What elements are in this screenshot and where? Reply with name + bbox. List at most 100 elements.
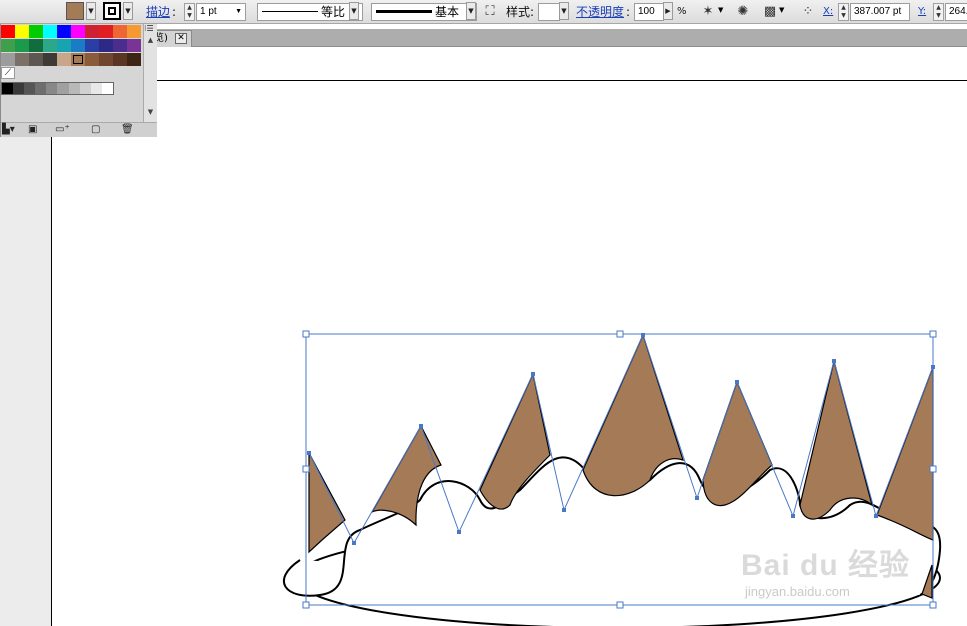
gray-swatch[interactable] xyxy=(46,83,58,94)
style-label: 样式: xyxy=(506,5,535,19)
chevron-down-icon: ▼ xyxy=(235,8,242,15)
x-field[interactable]: 387.007 pt xyxy=(850,3,910,21)
watermark-url: jingyan.baidu.com xyxy=(745,584,850,599)
color-swatch[interactable] xyxy=(43,53,57,66)
graphic-style-swatch[interactable] xyxy=(538,3,560,21)
color-swatch[interactable] xyxy=(99,53,113,66)
color-swatch[interactable] xyxy=(57,39,71,52)
profile-label: 等比 xyxy=(321,5,346,19)
scroll-down-icon[interactable]: ▼ xyxy=(144,108,157,116)
opacity-unit: % xyxy=(677,6,687,17)
color-swatch[interactable] xyxy=(15,25,29,38)
x-stepper[interactable]: ▲ ▼ xyxy=(838,3,849,21)
gray-swatch[interactable] xyxy=(2,83,14,94)
brush-label: 基本 xyxy=(435,5,460,19)
profile-line xyxy=(262,11,318,12)
gray-swatch[interactable] xyxy=(35,83,47,94)
color-swatch[interactable] xyxy=(85,25,99,38)
color-swatch[interactable] xyxy=(113,25,127,38)
chevron-down-icon[interactable]: ▼ xyxy=(779,6,784,14)
color-swatch[interactable] xyxy=(113,39,127,52)
gray-swatch[interactable] xyxy=(101,83,113,94)
color-swatch[interactable] xyxy=(71,53,85,66)
fill-dropdown-icon[interactable]: ▼ xyxy=(86,2,96,20)
control-bar: ▼ ▼ 描边 : ▲ ▼ 1 pt ▼ 等比 ▼ 基本 ▼ ⛶ 样式: ▼ 不透明… xyxy=(0,0,967,24)
align-stroke-icon[interactable]: ⛶ xyxy=(481,3,499,21)
color-swatch[interactable] xyxy=(43,39,57,52)
select-similar-icon[interactable]: ✶ xyxy=(699,3,717,21)
isolate-icon[interactable]: ▩ xyxy=(761,3,779,21)
swatches-panel: ⟋ ▲ ▼ ⁝☰ ▙▾ ▣ ▭⁺ ▢ 🗑 xyxy=(0,21,157,137)
color-swatch[interactable] xyxy=(99,39,113,52)
color-swatch[interactable] xyxy=(127,39,141,52)
color-swatch[interactable] xyxy=(15,39,29,52)
color-swatch[interactable] xyxy=(29,39,43,52)
opacity-field[interactable]: 100 xyxy=(634,3,664,21)
none-swatch-icon[interactable]: ⟋ xyxy=(1,67,15,79)
recolor-artwork-icon[interactable]: ✺ xyxy=(734,3,752,21)
color-swatch[interactable] xyxy=(85,53,99,66)
opacity-value: 100 xyxy=(638,6,655,17)
stroke-weight-field[interactable]: 1 pt ▼ xyxy=(196,3,246,21)
show-kinds-icon[interactable]: ▣ xyxy=(28,124,37,136)
color-swatch[interactable] xyxy=(127,25,141,38)
chevron-down-icon[interactable]: ▼ xyxy=(718,6,723,14)
panel-footer: ▙▾ ▣ ▭⁺ ▢ 🗑 xyxy=(1,122,157,137)
gray-swatch[interactable] xyxy=(24,83,36,94)
color-swatch[interactable] xyxy=(99,25,113,38)
x-value: 387.007 pt xyxy=(854,6,902,17)
color-swatch[interactable] xyxy=(1,25,15,38)
delete-icon[interactable]: 🗑 xyxy=(121,124,134,136)
new-swatch-icon[interactable]: ▢ xyxy=(91,124,100,136)
y-label[interactable]: Y: xyxy=(918,6,926,17)
library-menu-icon[interactable]: ▙▾ xyxy=(2,124,15,136)
color-swatch[interactable] xyxy=(43,25,57,38)
scroll-up-icon[interactable]: ▲ xyxy=(144,36,157,44)
spike-1 xyxy=(308,452,346,554)
color-swatch[interactable] xyxy=(85,39,99,52)
color-swatch[interactable] xyxy=(71,25,85,38)
brush-definition[interactable]: 基本 xyxy=(371,3,477,21)
stroke-label[interactable]: 描边 xyxy=(146,5,170,19)
color-swatch[interactable] xyxy=(15,53,29,66)
reference-point-icon[interactable]: ⁘ xyxy=(799,3,817,21)
panel-scrollbar[interactable]: ▲ ▼ xyxy=(143,22,157,122)
y-field[interactable]: 264. xyxy=(945,3,967,21)
opacity-label[interactable]: 不透明度 xyxy=(576,5,624,19)
color-swatch[interactable] xyxy=(113,53,127,66)
x-label[interactable]: X: xyxy=(823,6,833,17)
stroke-dropdown-icon[interactable]: ▼ xyxy=(123,2,133,20)
fill-color-swatch[interactable] xyxy=(66,2,84,20)
style-dropdown-icon[interactable]: ▼ xyxy=(559,2,569,20)
stroke-weight-value: 1 pt xyxy=(200,6,217,17)
panel-menu-icon[interactable]: ⁝☰ xyxy=(144,24,154,33)
color-swatch[interactable] xyxy=(71,39,85,52)
color-swatch[interactable] xyxy=(57,25,71,38)
brush-dropdown-icon[interactable]: ▼ xyxy=(466,2,476,20)
spike-6 xyxy=(799,360,874,520)
brush-line xyxy=(376,10,432,13)
illustrator-window: 览) ✕ Bai du 经验 jingyan.baidu.com ⟋ ▲ ▼ ⁝… xyxy=(0,0,967,626)
stroke-weight-stepper[interactable]: ▲ ▼ xyxy=(184,3,195,21)
opacity-colon: : xyxy=(626,5,631,19)
color-swatch[interactable] xyxy=(1,39,15,52)
opacity-arrow-icon[interactable]: ▶ xyxy=(663,2,673,20)
y-stepper[interactable]: ▲ ▼ xyxy=(933,3,944,21)
color-swatch[interactable] xyxy=(29,53,43,66)
color-swatch[interactable] xyxy=(57,53,71,66)
profile-dropdown-icon[interactable]: ▼ xyxy=(349,2,359,20)
variable-width-profile[interactable]: 等比 xyxy=(257,3,363,21)
spike-7 xyxy=(876,366,934,541)
gray-swatch[interactable] xyxy=(90,83,102,94)
new-group-icon[interactable]: ▭⁺ xyxy=(55,124,70,136)
gray-swatch[interactable] xyxy=(68,83,80,94)
color-swatch[interactable] xyxy=(29,25,43,38)
stroke-color-swatch[interactable] xyxy=(103,2,121,20)
stroke-colon: : xyxy=(172,5,177,19)
gray-swatch[interactable] xyxy=(57,83,69,94)
gray-swatch[interactable] xyxy=(13,83,25,94)
color-swatch[interactable] xyxy=(1,53,15,66)
gray-ramp[interactable] xyxy=(1,82,114,95)
gray-swatch[interactable] xyxy=(79,83,91,94)
color-swatch[interactable] xyxy=(127,53,141,66)
